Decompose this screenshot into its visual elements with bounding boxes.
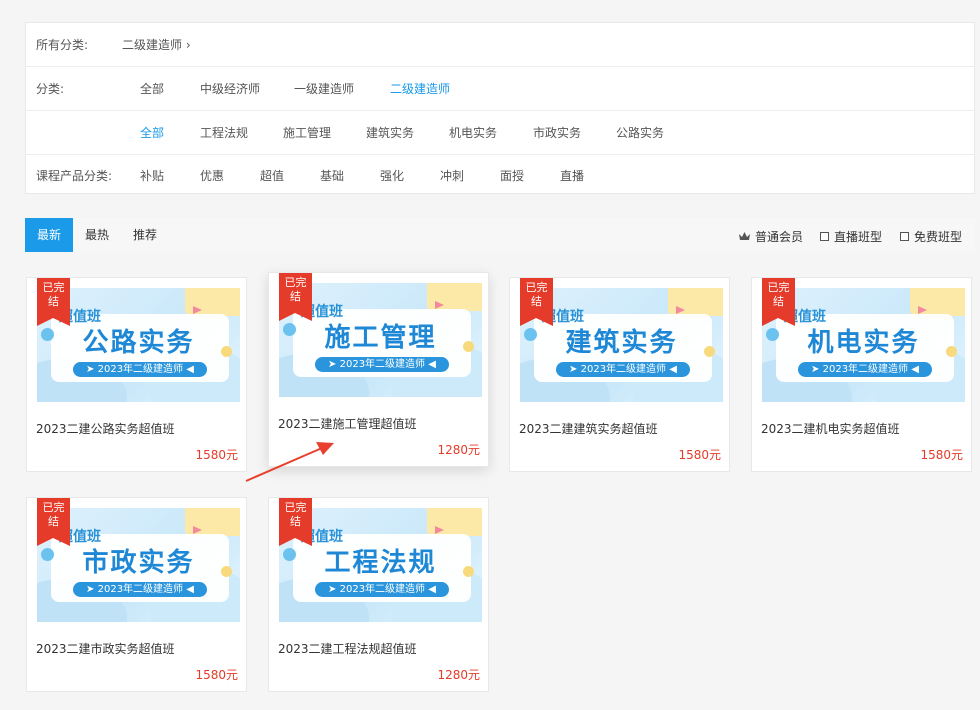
course-card[interactable]: 超值班 公路实务 ➤ 2023年二级建造师 ◀ 已完结 2023二建公路实务超值…	[26, 277, 247, 472]
category-intermediate-economist[interactable]: 中级经济师	[200, 80, 260, 97]
course-card[interactable]: 超值班 工程法规 ➤ 2023年二级建造师 ◀ 已完结 2023二建工程法规超值…	[268, 497, 489, 692]
sort-bar: 最新 最热 推荐 普通会员 直播班型 免费班型	[25, 218, 975, 252]
tab-newest[interactable]: 最新	[25, 218, 73, 252]
category-label: 分类:	[36, 82, 65, 96]
course-card[interactable]: 超值班 建筑实务 ➤ 2023年二级建造师 ◀ 已完结 2023二建建筑实务超值…	[509, 277, 730, 472]
subject-highway-practice[interactable]: 公路实务	[616, 124, 664, 141]
course-title[interactable]: 2023二建工程法规超值班	[278, 640, 417, 657]
subject-municipal-practice[interactable]: 市政实务	[533, 124, 581, 141]
course-price: 1580元	[920, 448, 963, 462]
category-second-class-constructor[interactable]: 二级建造师	[390, 80, 450, 97]
course-title[interactable]: 2023二建公路实务超值班	[36, 420, 175, 437]
all-categories-label: 所有分类:	[36, 38, 89, 52]
filter-panel: 所有分类: 二级建造师 › 分类: 全部 中级经济师 一级建造师 二级建造师 全…	[25, 22, 975, 194]
thumb-subject: 市政实务	[82, 548, 195, 578]
category-all[interactable]: 全部	[140, 80, 164, 97]
product-basic[interactable]: 基础	[320, 167, 344, 184]
thumb-pill: ➤ 2023年二级建造师 ◀	[556, 362, 690, 377]
member-label: 普通会员	[755, 230, 804, 244]
completed-ribbon: 已完结	[37, 498, 70, 546]
thumb-subject: 机电实务	[807, 328, 920, 358]
course-price: 1580元	[678, 448, 721, 462]
course-price: 1580元	[195, 668, 238, 682]
tab-hottest[interactable]: 最热	[75, 218, 119, 252]
breadcrumb[interactable]: 二级建造师 ›	[122, 36, 191, 53]
member-filter[interactable]: 普通会员	[739, 228, 803, 245]
thumb-subject: 施工管理	[324, 323, 437, 353]
thumb-pill: ➤ 2023年二级建造师 ◀	[798, 362, 932, 377]
course-card[interactable]: 超值班 施工管理 ➤ 2023年二级建造师 ◀ 已完结 2023二建施工管理超值…	[268, 272, 489, 467]
product-live[interactable]: 直播	[560, 167, 584, 184]
product-sprint[interactable]: 冲刺	[440, 167, 464, 184]
crown-icon	[739, 232, 750, 240]
product-value[interactable]: 超值	[260, 167, 284, 184]
subject-engineering-law[interactable]: 工程法规	[200, 124, 248, 141]
checkbox-icon[interactable]	[820, 232, 829, 241]
thumb-subject: 工程法规	[324, 548, 437, 578]
filter-row-category: 分类: 全部 中级经济师 一级建造师 二级建造师	[26, 67, 974, 111]
course-title[interactable]: 2023二建施工管理超值班	[278, 415, 417, 432]
course-price: 1280元	[437, 443, 480, 457]
course-title[interactable]: 2023二建市政实务超值班	[36, 640, 175, 657]
product-intensive[interactable]: 强化	[380, 167, 404, 184]
live-class-label: 直播班型	[834, 230, 883, 244]
filter-row-product: 课程产品分类: 补贴 优惠 超值 基础 强化 冲刺 面授 直播	[26, 155, 974, 195]
thumb-pill: ➤ 2023年二级建造师 ◀	[315, 582, 449, 597]
completed-ribbon: 已完结	[279, 273, 312, 321]
course-price: 1280元	[437, 668, 480, 682]
category-first-class-constructor[interactable]: 一级建造师	[294, 80, 354, 97]
course-price: 1580元	[195, 448, 238, 462]
free-class-checkbox[interactable]: 免费班型	[900, 228, 962, 245]
thumb-subject: 建筑实务	[565, 328, 678, 358]
completed-ribbon: 已完结	[762, 278, 795, 326]
subject-construction-management[interactable]: 施工管理	[283, 124, 331, 141]
subject-mechanical-practice[interactable]: 机电实务	[449, 124, 497, 141]
course-card[interactable]: 超值班 机电实务 ➤ 2023年二级建造师 ◀ 已完结 2023二建机电实务超值…	[751, 277, 972, 472]
product-subsidy[interactable]: 补贴	[140, 167, 164, 184]
thumb-pill: ➤ 2023年二级建造师 ◀	[73, 582, 207, 597]
free-class-label: 免费班型	[914, 230, 963, 244]
thumb-pill: ➤ 2023年二级建造师 ◀	[315, 357, 449, 372]
product-type-label: 课程产品分类:	[36, 168, 113, 183]
thumb-pill: ➤ 2023年二级建造师 ◀	[73, 362, 207, 377]
product-discount[interactable]: 优惠	[200, 167, 224, 184]
checkbox-icon[interactable]	[900, 232, 909, 241]
course-card[interactable]: 超值班 市政实务 ➤ 2023年二级建造师 ◀ 已完结 2023二建市政实务超值…	[26, 497, 247, 692]
filter-row-all: 所有分类: 二级建造师 ›	[26, 23, 974, 67]
thumb-subject: 公路实务	[82, 328, 195, 358]
filter-row-subject: 全部 工程法规 施工管理 建筑实务 机电实务 市政实务 公路实务	[26, 111, 974, 155]
completed-ribbon: 已完结	[37, 278, 70, 326]
subject-all[interactable]: 全部	[140, 124, 164, 141]
live-class-checkbox[interactable]: 直播班型	[820, 228, 882, 245]
course-title[interactable]: 2023二建建筑实务超值班	[519, 420, 658, 437]
completed-ribbon: 已完结	[520, 278, 553, 326]
course-title[interactable]: 2023二建机电实务超值班	[761, 420, 900, 437]
completed-ribbon: 已完结	[279, 498, 312, 546]
subject-building-practice[interactable]: 建筑实务	[366, 124, 414, 141]
product-face-to-face[interactable]: 面授	[500, 167, 524, 184]
tab-recommended[interactable]: 推荐	[123, 218, 167, 252]
